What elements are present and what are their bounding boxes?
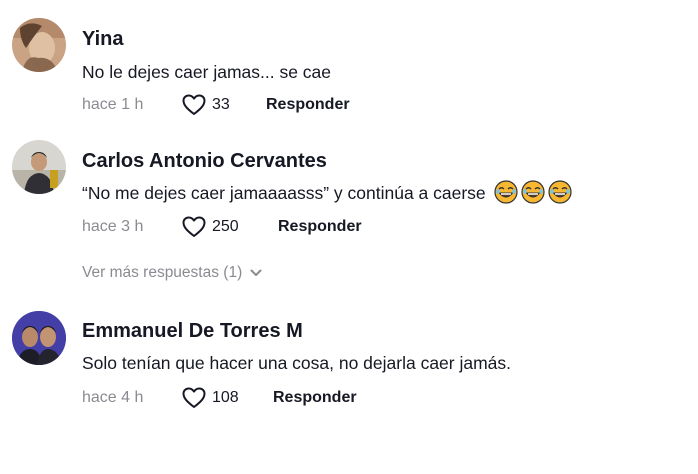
avatar[interactable] xyxy=(12,18,66,72)
reply-button[interactable]: Responder xyxy=(273,389,357,407)
comment-text: No le dejes caer jamas... se cae xyxy=(82,62,332,82)
joy-emoji-icon xyxy=(493,180,518,209)
comment-text: “No me dejes caer jamaaaasss” y continúa… xyxy=(82,180,572,209)
joy-emoji-icon xyxy=(547,180,572,209)
comment-meta: hace 3 h 250 Responder xyxy=(82,215,362,239)
comment-time: hace 3 h xyxy=(82,218,144,235)
avatar[interactable] xyxy=(12,311,66,365)
comment-meta: hace 1 h 33 Responder xyxy=(82,93,350,117)
joy-emoji-icon xyxy=(520,180,545,209)
avatar[interactable] xyxy=(12,140,66,194)
avatar-photo-icon xyxy=(12,140,66,194)
comment-author[interactable]: Yina xyxy=(82,28,124,51)
like-button[interactable]: 250 xyxy=(182,216,278,238)
comment-meta: hace 4 h 108 Responder xyxy=(82,386,357,410)
avatar-photo-icon xyxy=(12,311,66,365)
heart-icon xyxy=(182,94,206,115)
reply-button[interactable]: Responder xyxy=(266,96,350,114)
reply-button[interactable]: Responder xyxy=(278,218,362,236)
comment-author[interactable]: Emmanuel De Torres M xyxy=(82,320,303,343)
comment-time: hace 1 h xyxy=(82,96,144,113)
like-button[interactable]: 108 xyxy=(182,387,273,409)
comment-time: hace 4 h xyxy=(82,389,144,406)
like-count: 250 xyxy=(212,218,239,235)
heart-icon xyxy=(182,387,206,408)
chevron-down-icon xyxy=(250,269,262,276)
comment-text: Solo tenían que hacer una cosa, no dejar… xyxy=(82,353,512,373)
like-count: 33 xyxy=(212,96,230,113)
comment-text-body: “No me dejes caer jamaaaasss” y continúa… xyxy=(82,183,486,203)
view-more-replies-label: Ver más respuestas (1) xyxy=(82,264,243,281)
avatar-photo-icon xyxy=(12,18,66,72)
like-count: 108 xyxy=(212,389,239,406)
heart-icon xyxy=(182,216,206,237)
like-button[interactable]: 33 xyxy=(182,94,266,116)
view-more-replies-button[interactable]: Ver más respuestas (1) xyxy=(82,264,262,282)
comment-author[interactable]: Carlos Antonio Cervantes xyxy=(82,150,327,173)
